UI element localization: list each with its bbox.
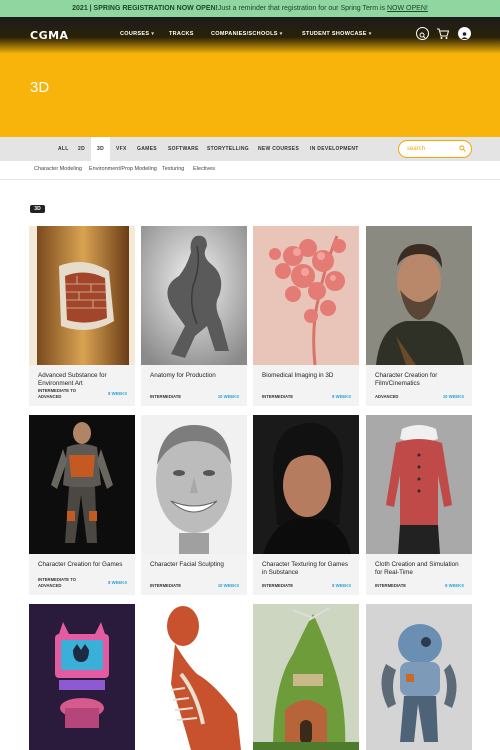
nav-courses[interactable]: COURSES ▾ xyxy=(120,31,154,37)
course-image xyxy=(366,415,472,554)
course-duration: 8 WEEKS xyxy=(332,394,351,399)
search-icon[interactable] xyxy=(459,145,466,152)
course-info: Biomedical Imaging in 3D INTERMEDIATE 8 … xyxy=(253,365,359,406)
course-title[interactable]: Character Texturing for Games in Substan… xyxy=(262,561,352,577)
subcategory-environment-prop[interactable]: Environment/Prop Modeling xyxy=(89,166,157,172)
course-card[interactable]: Character Texturing for Games in Substan… xyxy=(253,415,359,595)
account-button[interactable] xyxy=(458,27,471,40)
chevron-down-icon: ▾ xyxy=(368,31,372,37)
announcement-bar: 2021 | SPRING REGISTRATION NOW OPEN!Just… xyxy=(0,0,500,17)
course-level: INTERMEDIATE TO ADVANCED xyxy=(38,577,76,588)
course-info: Character Texturing for Games in Substan… xyxy=(253,554,359,595)
logo[interactable]: CGMA xyxy=(30,29,69,42)
announcement-text: Just a reminder that registration for ou… xyxy=(217,5,387,12)
course-card[interactable] xyxy=(29,604,135,750)
course-image xyxy=(29,415,135,554)
course-level: ADVANCED xyxy=(375,393,399,399)
course-card[interactable]: Biomedical Imaging in 3D INTERMEDIATE 8 … xyxy=(253,226,359,406)
course-card[interactable]: Character Facial Sculpting INTERMEDIATE … xyxy=(141,415,247,595)
nav-companies-schools[interactable]: COMPANIES/SCHOOLS ▾ xyxy=(211,31,283,37)
course-duration: 8 WEEKS xyxy=(108,580,127,585)
page-title: 3D xyxy=(30,79,50,96)
course-duration: 8 WEEKS xyxy=(445,583,464,588)
course-card[interactable] xyxy=(141,604,247,750)
course-card[interactable] xyxy=(366,604,472,750)
search-button[interactable] xyxy=(416,27,429,40)
course-image xyxy=(29,604,135,750)
course-card[interactable]: Character Creation for Film/Cinematics A… xyxy=(366,226,472,406)
tab-games[interactable]: GAMES xyxy=(137,137,157,161)
course-image xyxy=(366,226,472,365)
course-image xyxy=(253,226,359,365)
search-input[interactable] xyxy=(407,144,457,154)
announcement-link[interactable]: NOW OPEN! xyxy=(387,5,428,12)
tab-in-development[interactable]: IN DEVELOPMENT xyxy=(310,137,359,161)
course-image xyxy=(366,604,472,750)
tab-vfx[interactable]: VFX xyxy=(116,137,127,161)
course-card[interactable]: Advanced Substance for Environment Art I… xyxy=(29,226,135,406)
nav-courses-label: COURSES xyxy=(120,31,150,37)
tab-storytelling[interactable]: STORYTELLING xyxy=(207,137,249,161)
tab-3d[interactable]: 3D xyxy=(91,137,110,161)
course-image xyxy=(253,415,359,554)
chevron-down-icon: ▾ xyxy=(279,31,283,37)
cart-icon xyxy=(437,28,450,39)
chevron-down-icon: ▾ xyxy=(151,31,155,37)
course-info: Character Facial Sculpting INTERMEDIATE … xyxy=(141,554,247,595)
course-info: Character Creation for Film/Cinematics A… xyxy=(366,365,472,406)
course-level: INTERMEDIATE TO ADVANCED xyxy=(38,388,76,399)
course-level: INTERMEDIATE xyxy=(262,393,294,399)
course-image xyxy=(141,604,247,750)
course-title[interactable]: Character Creation for Film/Cinematics xyxy=(375,372,465,388)
course-card[interactable]: Cloth Creation and Simulation for Real-T… xyxy=(366,415,472,595)
course-level: INTERMEDIATE xyxy=(150,582,182,588)
course-title[interactable]: Character Facial Sculpting xyxy=(150,561,240,569)
course-level: INTERMEDIATE xyxy=(375,582,407,588)
cart-button[interactable] xyxy=(436,27,450,40)
course-level: INTERMEDIATE xyxy=(262,582,294,588)
user-icon xyxy=(461,32,468,39)
course-card[interactable]: Character Creation for Games INTERMEDIAT… xyxy=(29,415,135,595)
course-duration: 10 WEEKS xyxy=(217,394,239,399)
course-duration: 8 WEEKS xyxy=(108,391,127,396)
search-icon xyxy=(419,32,426,39)
subcategory-character-modeling[interactable]: Character Modeling xyxy=(34,166,82,172)
nav-tracks-label: TRACKS xyxy=(169,31,194,37)
tab-all[interactable]: ALL xyxy=(58,137,69,161)
course-info: Cloth Creation and Simulation for Real-T… xyxy=(366,554,472,595)
course-title[interactable]: Character Creation for Games xyxy=(38,561,128,569)
course-image xyxy=(141,226,247,365)
category-tag: 3D xyxy=(30,205,45,213)
nav-student-showcase[interactable]: STUDENT SHOWCASE ▾ xyxy=(302,31,372,37)
nav-tracks[interactable]: TRACKS xyxy=(169,31,194,37)
course-title[interactable]: Anatomy for Production xyxy=(150,372,240,380)
tab-2d[interactable]: 2D xyxy=(78,137,85,161)
course-duration: 10 WEEKS xyxy=(442,394,464,399)
course-image xyxy=(253,604,359,750)
course-info: Character Creation for Games INTERMEDIAT… xyxy=(29,554,135,595)
course-info: Anatomy for Production INTERMEDIATE 10 W… xyxy=(141,365,247,406)
tab-new-courses[interactable]: NEW COURSES xyxy=(258,137,299,161)
nav-companies-label: COMPANIES/SCHOOLS xyxy=(211,31,278,37)
search-box xyxy=(398,140,472,158)
nav-showcase-label: STUDENT SHOWCASE xyxy=(302,31,367,37)
course-image xyxy=(29,226,135,365)
subcategory-texturing[interactable]: Texturing xyxy=(162,166,184,172)
course-duration: 10 WEEKS xyxy=(217,583,239,588)
tab-software[interactable]: SOFTWARE xyxy=(168,137,199,161)
announcement-headline: 2021 | SPRING REGISTRATION NOW OPEN! xyxy=(72,5,218,12)
course-duration: 8 WEEKS xyxy=(332,583,351,588)
subcategory-electives[interactable]: Electives xyxy=(193,166,215,172)
course-title[interactable]: Cloth Creation and Simulation for Real-T… xyxy=(375,561,465,577)
course-title[interactable]: Biomedical Imaging in 3D xyxy=(262,372,352,380)
course-image xyxy=(141,415,247,554)
course-level: INTERMEDIATE xyxy=(150,393,182,399)
course-card[interactable]: Anatomy for Production INTERMEDIATE 10 W… xyxy=(141,226,247,406)
course-info: Advanced Substance for Environment Art I… xyxy=(29,365,135,406)
course-title[interactable]: Advanced Substance for Environment Art xyxy=(38,372,128,388)
course-card[interactable] xyxy=(253,604,359,750)
